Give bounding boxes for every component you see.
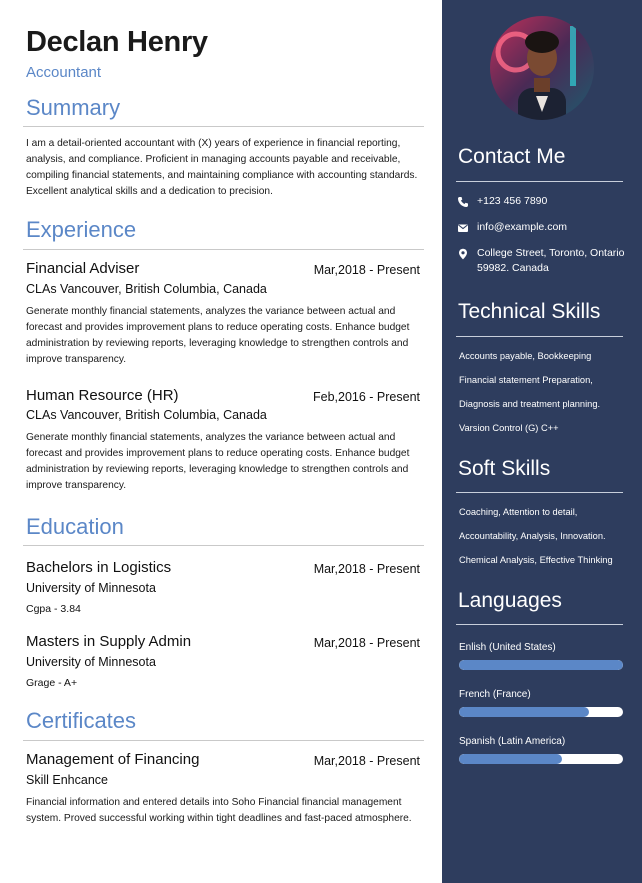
- certificate-title: Management of Financing: [26, 751, 200, 768]
- technical-skill-item: Diagnosis and treatment planning.: [459, 399, 601, 409]
- soft-skill-item: Accountability, Analysis, Innovation.: [459, 531, 606, 541]
- technical-skills-heading: Technical Skills: [458, 300, 601, 323]
- degree-grade: Grage - A+: [26, 677, 78, 689]
- soft-skills-divider: [456, 492, 623, 493]
- degree-date: Mar,2018 - Present: [313, 562, 420, 576]
- language-level-fill: [459, 660, 623, 670]
- main-column: Declan Henry Accountant Summary I am a d…: [0, 0, 442, 883]
- job-title: Financial Adviser: [26, 260, 140, 277]
- contact-heading: Contact Me: [458, 145, 566, 168]
- degree-date: Mar,2018 - Present: [313, 636, 420, 650]
- experience-divider: [23, 249, 424, 250]
- phone-icon: [458, 197, 468, 207]
- technical-skill-item: Financial statement Preparation,: [459, 375, 593, 385]
- candidate-name: Declan Henry: [26, 26, 208, 58]
- degree-title: Masters in Supply Admin: [26, 633, 192, 650]
- language-level-bar: [459, 660, 623, 670]
- certificate-issuer: Skill Enhcance: [26, 773, 108, 787]
- technical-skills-divider: [456, 336, 623, 337]
- certificates-divider: [23, 740, 424, 741]
- education-heading: Education: [26, 514, 124, 539]
- languages-heading: Languages: [458, 589, 562, 612]
- language-level-bar: [459, 754, 623, 764]
- candidate-role: Accountant: [26, 64, 102, 81]
- profile-photo: [490, 16, 594, 120]
- language-level-fill: [459, 754, 563, 764]
- technical-skill-item: Accounts payable, Bookkeeping: [459, 351, 592, 361]
- degree-title: Bachelors in Logistics: [26, 559, 172, 576]
- contact-address: College Street, Toronto, Ontario 59982. …: [477, 247, 625, 274]
- language-label: Enlish (United States): [459, 642, 556, 653]
- location-pin-icon: [459, 248, 467, 260]
- contact-divider: [456, 181, 623, 182]
- job-description: Generate monthly financial statements, a…: [26, 432, 410, 491]
- soft-skill-item: Chemical Analysis, Effective Thinking: [459, 555, 613, 565]
- job-company: CLAs Vancouver, British Columbia, Canada: [26, 408, 267, 422]
- job-company: CLAs Vancouver, British Columbia, Canada: [26, 282, 267, 296]
- experience-heading: Experience: [26, 217, 137, 242]
- degree-school: University of Minnesota: [26, 581, 156, 595]
- degree-grade: Cgpa - 3.84: [26, 603, 81, 615]
- job-description: Generate monthly financial statements, a…: [26, 306, 410, 365]
- job-date: Feb,2016 - Present: [312, 390, 420, 404]
- summary-text: I am a detail-oriented accountant with (…: [26, 138, 418, 197]
- soft-skill-item: Coaching, Attention to detail,: [459, 507, 578, 517]
- language-label: French (France): [459, 689, 531, 700]
- job-date: Mar,2018 - Present: [313, 263, 420, 277]
- summary-divider: [23, 126, 424, 127]
- summary-heading: Summary: [26, 95, 121, 120]
- certificate-date: Mar,2018 - Present: [313, 754, 420, 768]
- languages-divider: [456, 624, 623, 625]
- degree-school: University of Minnesota: [26, 655, 156, 669]
- language-level-bar: [459, 707, 623, 717]
- email-icon: [458, 224, 468, 232]
- language-label: Spanish (Latin America): [459, 736, 566, 747]
- education-divider: [23, 545, 424, 546]
- contact-phone: +123 456 7890: [477, 195, 548, 207]
- sidebar: Contact Me +123 456 7890 info@example.co…: [442, 0, 642, 883]
- soft-skills-heading: Soft Skills: [458, 457, 551, 480]
- technical-skill-item: Varsion Control (G) C++: [459, 423, 559, 433]
- language-level-fill: [459, 707, 589, 717]
- certificates-heading: Certificates: [26, 708, 137, 733]
- contact-email: info@example.com: [477, 221, 568, 233]
- job-title: Human Resource (HR): [26, 387, 179, 404]
- certificate-description: Financial information and entered detail…: [26, 797, 412, 824]
